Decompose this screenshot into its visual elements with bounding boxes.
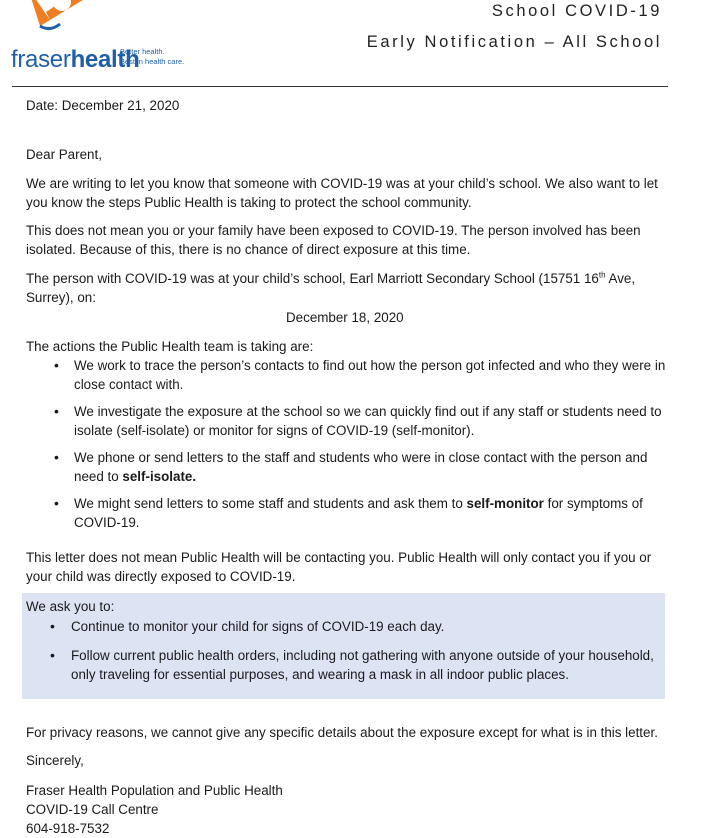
action-text: We might send letters to some staff and … xyxy=(74,496,467,511)
no-exposure-paragraph: This does not mean you or your family ha… xyxy=(26,223,641,257)
closing: Sincerely, xyxy=(26,753,84,768)
document-subtitle: Early Notification – All School xyxy=(366,33,662,51)
location-prefix: The person with COVID-19 was at your chi… xyxy=(26,271,599,286)
ask-text: Continue to monitor your child for signs… xyxy=(71,619,445,634)
action-item: We work to trace the person’s contacts t… xyxy=(54,356,674,394)
action-text: We work to trace the person’s contacts t… xyxy=(74,358,666,392)
salutation: Dear Parent, xyxy=(26,147,102,162)
tagline-line-2: Best in health care. xyxy=(120,57,185,66)
action-item: We investigate the exposure at the schoo… xyxy=(54,402,674,440)
action-emphasis: self-isolate. xyxy=(122,469,197,484)
action-item: We phone or send letters to the staff an… xyxy=(54,448,674,486)
ask-item: Continue to monitor your child for signs… xyxy=(50,617,665,636)
actions-heading: The actions the Public Health team is ta… xyxy=(26,339,314,354)
ask-item: Follow current public health orders, inc… xyxy=(50,646,665,684)
exposure-date: December 18, 2020 xyxy=(286,310,404,325)
location-paragraph: The person with COVID-19 was at your chi… xyxy=(26,269,671,307)
brand-light: fraser xyxy=(11,46,71,73)
actions-list: We work to trace the person’s contacts t… xyxy=(54,356,674,532)
signature-line-1: Fraser Health Population and Public Heal… xyxy=(26,783,283,798)
action-emphasis: self-monitor xyxy=(466,496,544,511)
intro-paragraph: We are writing to let you know that some… xyxy=(26,176,658,210)
action-item: We might send letters to some staff and … xyxy=(54,494,674,532)
location-superscript: th xyxy=(598,270,606,280)
privacy-note: For privacy reasons, we cannot give any … xyxy=(26,725,658,740)
signature-line-2: COVID-19 Call Centre xyxy=(26,802,159,817)
header-divider xyxy=(12,86,668,87)
ask-text: Follow current public health orders, inc… xyxy=(71,648,654,682)
letter-date: Date: December 21, 2020 xyxy=(26,98,180,113)
document-title: School COVID-19 xyxy=(491,2,662,20)
brand-tagline: Better health. Best in health care. xyxy=(120,47,184,67)
action-text: We investigate the exposure at the schoo… xyxy=(74,404,662,438)
fraser-health-logo-icon xyxy=(31,0,83,31)
signature-phone: 604-918-7532 xyxy=(26,821,110,836)
tagline-line-1: Better health. xyxy=(120,47,165,56)
contact-note: This letter does not mean Public Health … xyxy=(26,550,652,584)
ask-heading: We ask you to: xyxy=(26,599,115,614)
ask-list: Continue to monitor your child for signs… xyxy=(50,617,665,684)
